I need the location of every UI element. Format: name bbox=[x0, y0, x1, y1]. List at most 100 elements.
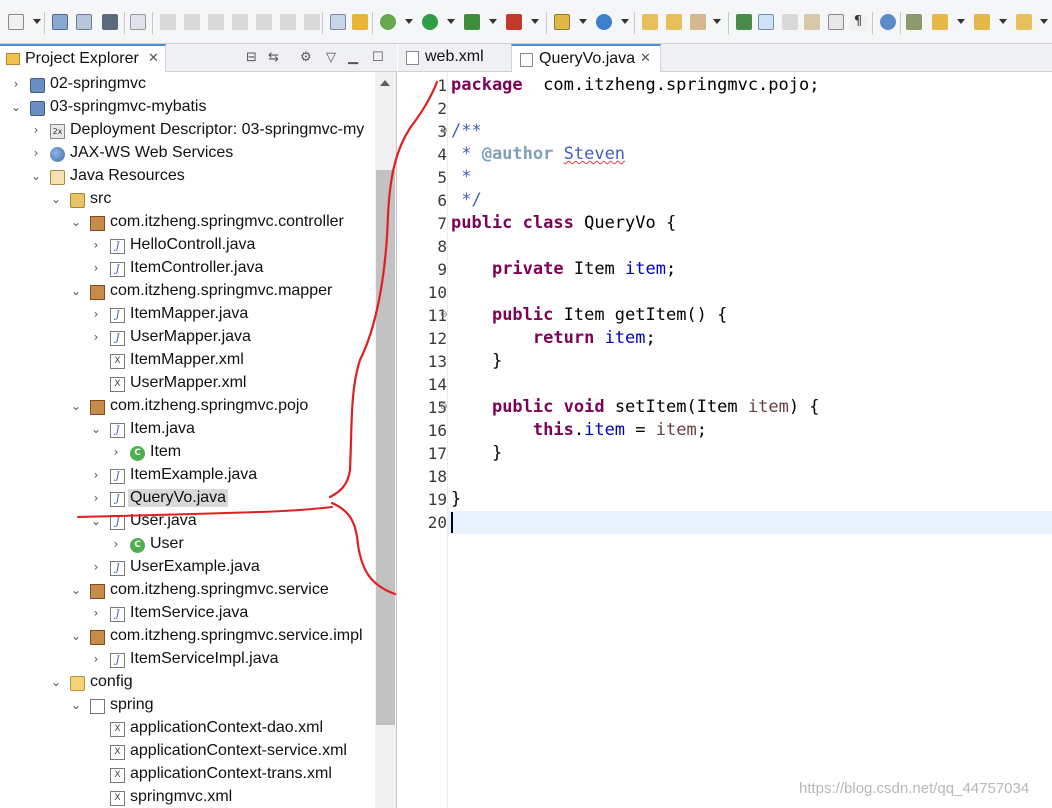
chevron-right-icon[interactable]: › bbox=[110, 537, 122, 551]
tree-item[interactable]: ⌄ config bbox=[0, 672, 375, 695]
tree-item[interactable]: › J QueryVo.java bbox=[0, 488, 375, 511]
tab-web-xml[interactable]: web.xml bbox=[398, 44, 510, 72]
step-return-icon[interactable] bbox=[304, 14, 320, 30]
block-selection-icon[interactable] bbox=[804, 14, 820, 30]
fold-toggle-icon[interactable]: ⊖ bbox=[440, 126, 448, 136]
close-icon[interactable]: ✕ bbox=[640, 51, 651, 66]
step-over-icon[interactable] bbox=[280, 14, 296, 30]
fold-toggle-icon[interactable]: ⊖ bbox=[440, 310, 448, 320]
code-line[interactable]: package com.itzheng.springmvc.pojo; bbox=[451, 74, 819, 97]
external-tools-dropdown-icon[interactable] bbox=[531, 19, 539, 24]
code-line[interactable]: this.item = item; bbox=[451, 419, 707, 442]
tree-item[interactable]: ⌄ spring bbox=[0, 695, 375, 718]
show-whitespace-icon[interactable] bbox=[828, 14, 844, 30]
code-line[interactable]: } bbox=[451, 350, 502, 373]
chevron-down-icon[interactable]: ⌄ bbox=[10, 100, 22, 114]
tree-item[interactable]: XapplicationContext-service.xml bbox=[0, 741, 375, 764]
chevron-down-icon[interactable]: ⌄ bbox=[30, 169, 42, 183]
scrollbar-thumb[interactable] bbox=[376, 170, 395, 725]
tree-item[interactable]: ⌄ J User.java bbox=[0, 511, 375, 534]
disconnect-icon[interactable] bbox=[232, 14, 248, 30]
chevron-right-icon[interactable]: › bbox=[90, 261, 102, 275]
new-icon[interactable] bbox=[8, 14, 24, 30]
chevron-right-icon[interactable]: › bbox=[110, 445, 122, 459]
tree-item[interactable]: Xspringmvc.xml bbox=[0, 787, 375, 808]
globe-icon[interactable] bbox=[880, 14, 896, 30]
tree-item[interactable]: › J ItemController.java bbox=[0, 258, 375, 281]
code-line[interactable]: public void setItem(Item item) { bbox=[451, 396, 820, 419]
back-dropdown-icon[interactable] bbox=[1040, 19, 1048, 24]
code-line[interactable]: } bbox=[451, 442, 502, 465]
tree-item[interactable]: ⌄ com.itzheng.springmvc.service.impl bbox=[0, 626, 375, 649]
tree-item[interactable]: X ItemMapper.xml bbox=[0, 350, 375, 373]
tree-item[interactable]: › JAX-WS Web Services bbox=[0, 143, 375, 166]
chevron-right-icon[interactable]: › bbox=[90, 491, 102, 505]
search-dropdown-icon[interactable] bbox=[713, 19, 721, 24]
previous-annotation-icon[interactable] bbox=[974, 14, 990, 30]
new-package-icon[interactable] bbox=[596, 14, 612, 30]
terminate-icon[interactable] bbox=[208, 14, 224, 30]
chevron-down-icon[interactable]: ⌄ bbox=[70, 284, 82, 298]
code-area[interactable]: package com.itzheng.springmvc.pojo; /** *… bbox=[451, 72, 1051, 808]
run-icon[interactable] bbox=[422, 14, 438, 30]
chevron-down-icon[interactable]: ⌄ bbox=[70, 583, 82, 597]
tree-item[interactable]: › C Item bbox=[0, 442, 375, 465]
external-tools-icon[interactable] bbox=[506, 14, 522, 30]
tree-item[interactable]: › J HelloControll.java bbox=[0, 235, 375, 258]
chevron-right-icon[interactable]: › bbox=[90, 307, 102, 321]
chevron-right-icon[interactable]: › bbox=[90, 330, 102, 344]
edit-icon[interactable] bbox=[782, 14, 798, 30]
tree-item[interactable]: ⌄ src bbox=[0, 189, 375, 212]
pin-icon[interactable] bbox=[906, 14, 922, 30]
tree-item[interactable]: XapplicationContext-dao.xml bbox=[0, 718, 375, 741]
run-dropdown-icon[interactable] bbox=[447, 19, 455, 24]
tree-item[interactable]: › C User bbox=[0, 534, 375, 557]
chevron-down-icon[interactable]: ⌄ bbox=[90, 514, 102, 528]
code-line[interactable]: * bbox=[451, 166, 471, 189]
tree-item[interactable]: ⌄ com.itzheng.springmvc.pojo bbox=[0, 396, 375, 419]
collapse-all-icon[interactable]: ⊟ bbox=[246, 50, 257, 65]
toggle-highlight-icon[interactable] bbox=[758, 14, 774, 30]
tree-item[interactable]: X UserMapper.xml bbox=[0, 373, 375, 396]
code-line[interactable]: private Item item; bbox=[451, 258, 676, 281]
close-icon[interactable]: ✕ bbox=[148, 51, 159, 66]
chevron-right-icon[interactable]: › bbox=[10, 77, 22, 91]
debug-icon[interactable] bbox=[380, 14, 396, 30]
open-folder-icon[interactable] bbox=[666, 14, 682, 30]
chevron-right-icon[interactable]: › bbox=[90, 652, 102, 666]
tree-item[interactable]: ⌄ com.itzheng.springmvc.controller bbox=[0, 212, 375, 235]
coverage-dropdown-icon[interactable] bbox=[489, 19, 497, 24]
code-line[interactable]: return item; bbox=[451, 327, 656, 350]
chevron-right-icon[interactable]: › bbox=[90, 468, 102, 482]
chevron-down-icon[interactable]: ⌄ bbox=[70, 629, 82, 643]
code-line[interactable]: public Item getItem() { bbox=[451, 304, 727, 327]
debug-dropdown-icon[interactable] bbox=[405, 19, 413, 24]
chevron-down-icon[interactable]: ⌄ bbox=[50, 192, 62, 206]
code-line[interactable]: } bbox=[451, 488, 461, 511]
new-java-project-dropdown-icon[interactable] bbox=[579, 19, 587, 24]
next-annotation-icon[interactable] bbox=[932, 14, 948, 30]
minimize-icon[interactable]: ▁ bbox=[348, 50, 358, 65]
tree-item[interactable]: ⌄ com.itzheng.springmvc.mapper bbox=[0, 281, 375, 304]
resume-icon[interactable] bbox=[160, 14, 176, 30]
chevron-down-icon[interactable]: ⌄ bbox=[50, 675, 62, 689]
tree-item[interactable]: › J ItemServiceImpl.java bbox=[0, 649, 375, 672]
tree-item[interactable]: ⌄ Java Resources bbox=[0, 166, 375, 189]
tree-item[interactable]: XapplicationContext-trans.xml bbox=[0, 764, 375, 787]
view-menu-icon[interactable]: ▽ bbox=[326, 50, 336, 65]
tree-item[interactable]: › J ItemMapper.java bbox=[0, 304, 375, 327]
tree-item[interactable]: › 2x Deployment Descriptor: 03-springmvc-m… bbox=[0, 120, 375, 143]
annotation-icon[interactable] bbox=[736, 14, 752, 30]
pilcrow-icon[interactable]: ¶ bbox=[850, 14, 866, 30]
tree-item[interactable]: › J ItemService.java bbox=[0, 603, 375, 626]
new-dropdown-icon[interactable] bbox=[33, 19, 41, 24]
previous-annotation-dropdown-icon[interactable] bbox=[999, 19, 1007, 24]
code-line[interactable]: * @author Steven bbox=[451, 143, 625, 166]
chevron-right-icon[interactable]: › bbox=[90, 606, 102, 620]
link-with-editor-icon[interactable]: ⇆ bbox=[268, 50, 279, 65]
coverage-icon[interactable] bbox=[464, 14, 480, 30]
tree-item[interactable]: › J ItemExample.java bbox=[0, 465, 375, 488]
chevron-down-icon[interactable]: ⌄ bbox=[90, 422, 102, 436]
tree-item[interactable]: ⌄ J Item.java bbox=[0, 419, 375, 442]
overview-ruler[interactable] bbox=[398, 72, 406, 808]
